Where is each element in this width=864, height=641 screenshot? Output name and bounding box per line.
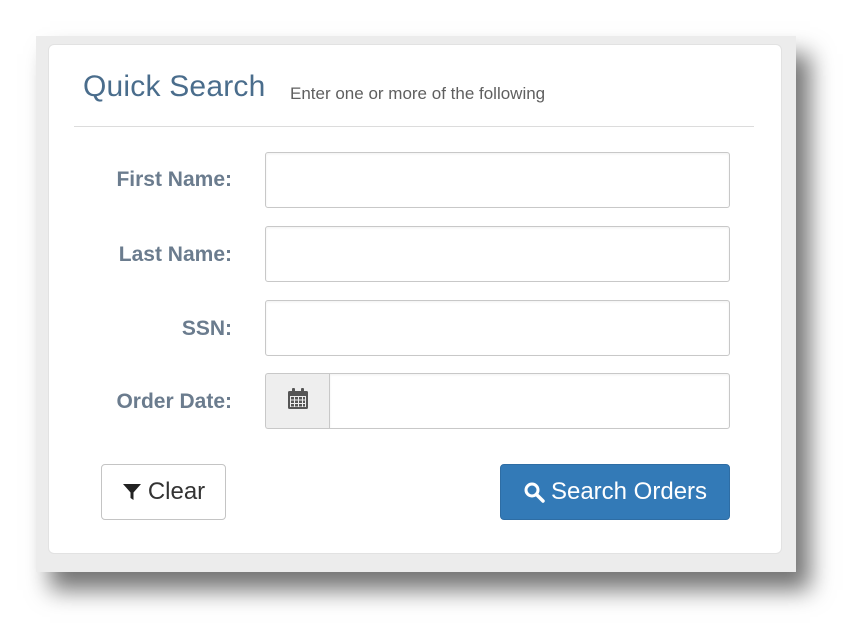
panel-title: Quick Search [83, 70, 266, 103]
filter-icon [122, 482, 142, 502]
ssn-input[interactable] [265, 300, 730, 356]
calendar-addon[interactable] [265, 373, 330, 429]
first-name-input[interactable] [265, 152, 730, 208]
order-date-input[interactable] [329, 373, 730, 429]
order-date-label: Order Date: [116, 390, 232, 413]
clear-button[interactable]: Clear [101, 464, 226, 520]
header-divider [74, 126, 754, 127]
calendar-icon [286, 387, 310, 416]
ssn-label: SSN: [181, 317, 232, 340]
search-icon [523, 481, 545, 503]
search-orders-button-label: Search Orders [550, 478, 708, 505]
search-orders-button[interactable]: Search Orders [500, 464, 730, 520]
clear-button-label: Clear [147, 478, 206, 505]
panel-subtitle: Enter one or more of the following [290, 84, 546, 103]
last-name-input[interactable] [265, 226, 730, 282]
screenshot-stage: Quick Search Enter one or more of the fo… [0, 0, 864, 641]
last-name-label: Last Name: [118, 243, 232, 266]
first-name-label: First Name: [116, 168, 232, 191]
